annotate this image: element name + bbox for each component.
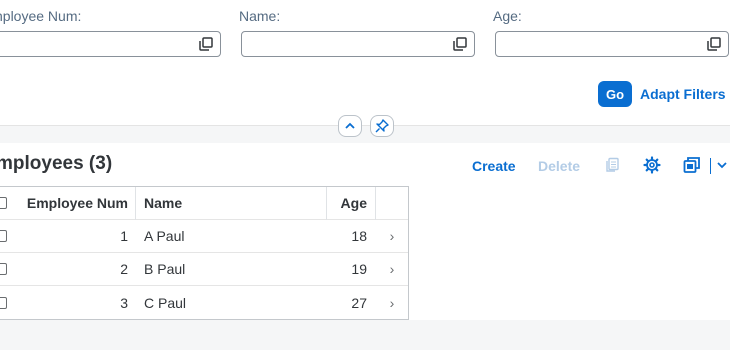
chevron-right-icon[interactable]: › bbox=[376, 220, 408, 252]
age-input[interactable] bbox=[502, 35, 700, 53]
table-row[interactable]: 2 B Paul 19 › bbox=[0, 253, 408, 286]
select-all-checkbox[interactable] bbox=[0, 197, 7, 209]
age-field[interactable] bbox=[495, 31, 729, 57]
create-button[interactable]: Create bbox=[472, 158, 516, 174]
row-select-cell bbox=[0, 286, 9, 319]
employee-num-field[interactable] bbox=[0, 31, 221, 57]
pin-icon bbox=[375, 119, 389, 133]
employee-num-cell: 1 bbox=[120, 228, 128, 244]
settings-button[interactable] bbox=[642, 155, 662, 175]
filter-bar: nployee Num: Name: Age: Go Adapt Filters bbox=[0, 0, 730, 126]
export-button[interactable] bbox=[682, 155, 702, 175]
age-cell: 27 bbox=[351, 294, 367, 311]
employee-num-input[interactable] bbox=[0, 35, 192, 53]
delete-button[interactable]: Delete bbox=[538, 158, 580, 174]
row-checkbox[interactable] bbox=[0, 263, 7, 275]
value-help-icon[interactable] bbox=[707, 37, 721, 51]
collapse-header-button[interactable] bbox=[338, 115, 362, 137]
chevron-right-icon[interactable]: › bbox=[376, 253, 408, 285]
age-cell: 18 bbox=[351, 228, 367, 244]
table-row[interactable]: 1 A Paul 18 › bbox=[0, 220, 408, 253]
pin-header-button[interactable] bbox=[370, 115, 394, 137]
row-select-cell bbox=[0, 220, 9, 252]
column-header-employee-num[interactable]: Employee Num bbox=[18, 187, 135, 219]
filter-label-name: Name: bbox=[239, 8, 281, 24]
employees-table: Employee Num Name Age 1 A Paul 18 › 2 B … bbox=[0, 186, 409, 320]
gear-icon bbox=[643, 156, 661, 174]
employee-num-cell: 2 bbox=[120, 261, 128, 277]
copy-icon bbox=[606, 157, 619, 172]
go-button[interactable]: Go bbox=[598, 81, 632, 107]
table-row[interactable]: 3 C Paul 27 › bbox=[0, 286, 408, 319]
filter-label-age: Age: bbox=[493, 8, 522, 24]
name-cell: C Paul bbox=[144, 294, 187, 311]
export-icon bbox=[683, 157, 700, 173]
value-help-icon[interactable] bbox=[453, 37, 467, 51]
select-all-cell bbox=[0, 187, 9, 219]
toolbar-separator bbox=[710, 158, 711, 174]
adapt-filters-button[interactable]: Adapt Filters bbox=[640, 86, 726, 102]
name-cell: A Paul bbox=[144, 228, 185, 244]
row-checkbox[interactable] bbox=[0, 230, 7, 242]
filter-label-employee-num: nployee Num: bbox=[0, 8, 82, 24]
column-divider bbox=[375, 187, 376, 220]
export-menu-button[interactable] bbox=[714, 155, 730, 175]
column-header-name[interactable]: Name bbox=[136, 187, 327, 219]
row-select-cell bbox=[0, 253, 9, 285]
age-cell: 19 bbox=[351, 261, 367, 277]
chevron-up-icon bbox=[345, 122, 355, 129]
name-cell: B Paul bbox=[144, 261, 186, 277]
name-field[interactable] bbox=[241, 31, 475, 57]
table-title: mployees (3) bbox=[0, 153, 113, 174]
table-header-row: Employee Num Name Age bbox=[0, 187, 408, 220]
employee-num-cell: 3 bbox=[120, 294, 128, 311]
copy-button[interactable] bbox=[602, 155, 622, 175]
employees-table-panel: mployees (3) Create Delete Employee Num … bbox=[0, 143, 730, 320]
value-help-icon[interactable] bbox=[199, 37, 213, 51]
name-input[interactable] bbox=[248, 35, 446, 53]
chevron-right-icon[interactable]: › bbox=[376, 286, 408, 319]
row-checkbox[interactable] bbox=[0, 296, 7, 309]
column-header-age[interactable]: Age bbox=[327, 187, 375, 219]
chevron-down-icon bbox=[717, 162, 727, 169]
